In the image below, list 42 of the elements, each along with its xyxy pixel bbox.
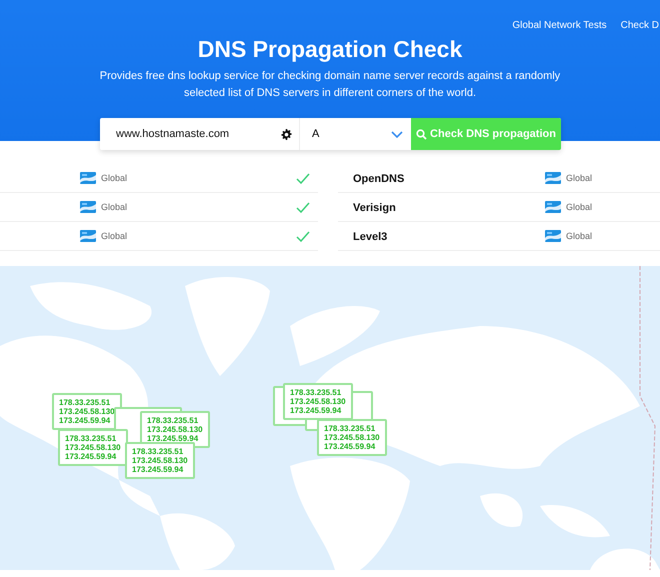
settings-icon[interactable] [281,128,292,140]
flag-icon [80,230,96,242]
ip-address: 173.245.59.94 [132,465,184,474]
nav-link[interactable]: Global Network Tests [512,20,607,34]
ip-address: 173.245.58.130 [147,425,203,434]
flag-icon [545,230,561,242]
location-label: Global [101,231,128,241]
ip-address: 173.245.59.94 [290,406,342,415]
ip-address: 173.245.59.94 [147,434,200,443]
ip-address: 178.33.235.51 [59,398,112,407]
flag-icon [545,201,561,213]
flag-icon [80,172,96,184]
location-label: Global [101,173,128,183]
server-name: Level3 [353,231,388,243]
location-label: Global [566,173,592,183]
location-label: Global [101,202,128,212]
ip-address: 173.245.58.130 [65,443,121,452]
ip-address: 173.245.58.130 [59,407,115,416]
ip-address: 178.33.235.51 [132,447,184,456]
ip-address: 173.245.59.94 [324,442,376,451]
ip-address: 173.245.59.94 [59,416,112,425]
nav-link[interactable]: Check D [620,20,659,34]
ip-address: 178.33.235.51 [147,416,200,425]
ip-address: 173.245.58.130 [290,397,346,406]
chevron-down-icon [391,130,403,138]
location-label: Global [566,202,592,212]
flag-icon [80,201,96,213]
ip-address: 173.245.58.130 [132,456,188,465]
ip-address: 178.33.235.51 [324,424,376,433]
domain-field[interactable]: www.hostnamaste.com [100,118,300,150]
record-type-select[interactable]: A [300,118,411,150]
flag-icon [545,172,561,184]
server-name: Verisign [353,202,396,214]
ip-address: 178.33.235.51 [290,388,342,397]
ip-address: 173.245.58.130 [324,433,380,442]
page-subtitle: Provides free dns lookup service for checking domain name server records against a randomly selected list of DNS servers in different corners of the world. [98,69,562,101]
ip-address: 178.33.235.51 [65,434,118,443]
server-name: OpenDNS [353,173,404,185]
search-icon [416,128,428,140]
ip-address: 173.245.59.94 [65,452,118,461]
page-title: DNS Propagation Check [196,36,464,63]
location-label: Global [566,231,592,241]
